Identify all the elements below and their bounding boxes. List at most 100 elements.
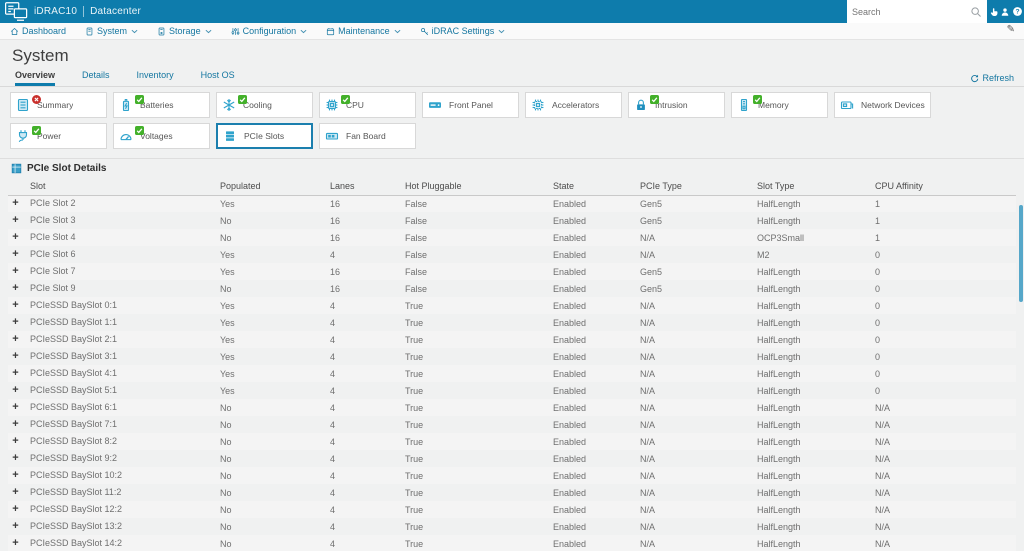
console-hand-icon[interactable] xyxy=(989,7,999,17)
cell-slot-type: HalfLength xyxy=(757,402,801,413)
expand-row-icon[interactable]: + xyxy=(8,402,23,413)
cell-slot-type: HalfLength xyxy=(757,419,801,430)
tile-power[interactable]: Power xyxy=(10,123,107,149)
tile-batteries[interactable]: Batteries xyxy=(113,92,210,118)
cell-hot-pluggable: False xyxy=(405,198,428,209)
expand-row-icon[interactable]: + xyxy=(8,385,23,396)
cell-pcie-type: N/A xyxy=(640,351,656,362)
expand-row-icon[interactable]: + xyxy=(8,351,23,362)
column-header-state: State xyxy=(553,178,640,196)
fan-board-icon xyxy=(325,129,339,143)
search-box[interactable] xyxy=(847,0,987,23)
cell-cpu-affinity: 0 xyxy=(875,283,881,294)
cell-slot: + PCIeSSD BaySlot 7:1 xyxy=(8,416,220,433)
tile-pcie-slots[interactable]: PCIe Slots xyxy=(216,123,313,149)
cell-hot-pluggable: True xyxy=(405,300,424,311)
cell-pcie-type: N/A xyxy=(640,334,656,345)
tile-intrusion[interactable]: Intrusion xyxy=(628,92,725,118)
search-input[interactable] xyxy=(852,6,970,17)
cpu-icon xyxy=(325,98,339,112)
cell-populated: Yes xyxy=(220,300,235,311)
expand-row-icon[interactable]: + xyxy=(8,283,23,294)
vertical-scrollbar-thumb[interactable] xyxy=(1019,205,1023,302)
slot-name: PCIeSSD BaySlot 1:1 xyxy=(30,317,118,327)
cell-state: Enabled xyxy=(553,504,587,515)
table-row-pciessd-bayslot-4-1: + PCIeSSD BaySlot 4:1 Yes 4 True Enabled N/A Ha… xyxy=(8,365,1016,382)
tile-memory[interactable]: Memory xyxy=(731,92,828,118)
tile-cpu[interactable]: CPU xyxy=(319,92,416,118)
nav-item-idrac-settings[interactable]: iDRAC Settings xyxy=(420,26,506,36)
cell-hot-pluggable: True xyxy=(405,470,424,481)
topbar-utility-icons: ? xyxy=(987,0,1024,23)
cell-lanes: 4 xyxy=(330,385,336,396)
expand-row-icon[interactable]: + xyxy=(8,436,23,447)
tile-front-panel[interactable]: Front Panel xyxy=(422,92,519,118)
expand-row-icon[interactable]: + xyxy=(8,300,23,311)
expand-row-icon[interactable]: + xyxy=(8,334,23,345)
cell-slot: + PCIe Slot 7 xyxy=(8,263,220,280)
refresh-button[interactable]: Refresh xyxy=(970,73,1014,83)
table-row-pciessd-bayslot-9-2: + PCIeSSD BaySlot 9:2 No 4 True Enabled N/A Hal… xyxy=(8,450,1016,467)
expand-row-icon[interactable]: + xyxy=(8,198,23,209)
expand-row-icon[interactable]: + xyxy=(8,470,23,481)
expand-row-icon[interactable]: + xyxy=(8,317,23,328)
expand-row-icon[interactable]: + xyxy=(8,504,23,515)
expand-row-icon[interactable]: + xyxy=(8,249,23,260)
nav-item-dashboard[interactable]: Dashboard xyxy=(10,26,66,36)
cell-lanes: 4 xyxy=(330,368,336,379)
tab-host-os[interactable]: Host OS xyxy=(201,70,235,86)
nav-item-storage[interactable]: Storage xyxy=(157,26,212,36)
tab-overview[interactable]: Overview xyxy=(15,70,56,86)
cell-slot-type: HalfLength xyxy=(757,300,801,311)
expand-row-icon[interactable]: + xyxy=(8,368,23,379)
intrusion-icon xyxy=(634,98,648,112)
expand-row-icon[interactable]: + xyxy=(8,419,23,430)
cell-cpu-affinity: 0 xyxy=(875,351,881,362)
nav-item-maintenance[interactable]: Maintenance xyxy=(326,26,401,36)
table-row-pciessd-bayslot-10-2: + PCIeSSD BaySlot 10:2 No 4 True Enabled N/A Ha… xyxy=(8,467,1016,484)
slot-name: PCIe Slot 9 xyxy=(30,283,76,293)
tab-inventory[interactable]: Inventory xyxy=(137,70,174,86)
cell-cpu-affinity: N/A xyxy=(875,487,891,498)
nav-item-label: Maintenance xyxy=(338,26,390,36)
tile-summary[interactable]: Summary xyxy=(10,92,107,118)
user-icon[interactable] xyxy=(1000,7,1010,17)
cell-pcie-type: N/A xyxy=(640,300,656,311)
cell-cpu-affinity: 1 xyxy=(875,198,881,209)
tile-label: Voltages xyxy=(140,131,173,141)
cell-state: Enabled xyxy=(553,453,587,464)
cell-hot-pluggable: False xyxy=(405,266,428,277)
cell-pcie-type: N/A xyxy=(640,419,656,430)
search-icon[interactable] xyxy=(970,6,982,18)
section-title: PCIe Slot Details xyxy=(27,163,107,174)
tab-details[interactable]: Details xyxy=(82,70,110,86)
brand-name: iDRAC10 xyxy=(34,6,78,17)
nav-item-configuration[interactable]: Configuration xyxy=(231,26,308,36)
tile-cooling[interactable]: Cooling xyxy=(216,92,313,118)
nav-item-system[interactable]: System xyxy=(85,26,138,36)
help-icon[interactable]: ? xyxy=(1012,6,1023,17)
edit-pencil-icon[interactable]: ✎ xyxy=(1007,24,1015,35)
expand-row-icon[interactable]: + xyxy=(8,538,23,549)
cell-pcie-type: N/A xyxy=(640,402,656,413)
expand-row-icon[interactable]: + xyxy=(8,521,23,532)
cell-slot: + PCIe Slot 4 xyxy=(8,229,220,246)
cell-state: Enabled xyxy=(553,419,587,430)
cell-slot: + PCIeSSD BaySlot 5:1 xyxy=(8,382,220,399)
cell-populated: Yes xyxy=(220,385,235,396)
pcie-slots-table: Slot Populated Lanes Hot Pluggable State PCIe… xyxy=(8,178,1016,551)
tile-accelerators[interactable]: Accelerators xyxy=(525,92,622,118)
cell-pcie-type: N/A xyxy=(640,453,656,464)
cell-slot-type: HalfLength xyxy=(757,351,801,362)
cell-cpu-affinity: 0 xyxy=(875,317,881,328)
expand-row-icon[interactable]: + xyxy=(8,487,23,498)
expand-row-icon[interactable]: + xyxy=(8,215,23,226)
expand-row-icon[interactable]: + xyxy=(8,266,23,277)
tile-fan-board[interactable]: Fan Board xyxy=(319,123,416,149)
status-ok-badge xyxy=(650,95,659,104)
cell-slot-type: HalfLength xyxy=(757,538,801,549)
tile-network-devices[interactable]: Network Devices xyxy=(834,92,931,118)
expand-row-icon[interactable]: + xyxy=(8,453,23,464)
tile-voltages[interactable]: Voltages xyxy=(113,123,210,149)
expand-row-icon[interactable]: + xyxy=(8,232,23,243)
